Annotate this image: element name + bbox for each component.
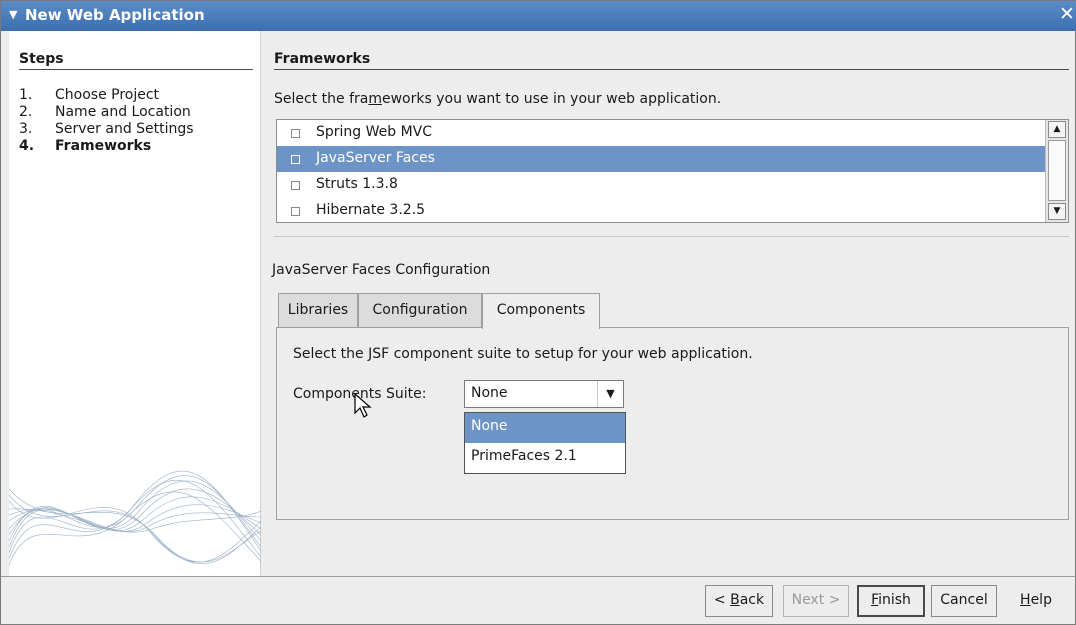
mouse-pointer-icon (354, 393, 372, 418)
tab-components[interactable]: Components (482, 293, 600, 329)
components-suite-select[interactable]: None ▼ (464, 380, 624, 408)
scroll-down-icon[interactable]: ▼ (1048, 203, 1066, 220)
step-label: Choose Project (55, 87, 160, 103)
framework-name: JavaServer Faces (316, 150, 435, 166)
back-label: < (713, 592, 731, 608)
help-label: elp (1030, 592, 1052, 608)
divider (274, 236, 1069, 237)
framework-checkbox[interactable] (291, 181, 300, 190)
back-label: ack (739, 592, 765, 608)
step-number: 3. (19, 121, 33, 137)
frameworks-list[interactable]: Spring Web MVC JavaServer Faces Struts 1… (276, 119, 1069, 223)
framework-checkbox[interactable] (291, 207, 300, 216)
step-number: 4. (19, 138, 35, 154)
frameworks-scrollbar[interactable]: ▲ ▼ (1045, 120, 1068, 222)
step-label: Server and Settings (55, 121, 194, 137)
framework-checkbox[interactable] (291, 155, 300, 164)
window-menu-icon[interactable]: ▼ (9, 8, 17, 21)
tab-configuration[interactable]: Configuration (358, 293, 482, 327)
help-button[interactable]: Help (1005, 585, 1067, 617)
section-heading: Frameworks (274, 51, 1069, 70)
frameworks-instruction: Select the frameworks you want to use in… (274, 91, 721, 107)
components-tab-panel: Select the JSF component suite to setup … (276, 327, 1069, 520)
footer-divider (1, 576, 1076, 577)
new-web-application-dialog: ▼ New Web Application ✕ Steps 1. Choose … (0, 0, 1076, 625)
instruction-text: Select the fra (274, 91, 369, 107)
config-title: JavaServer Faces Configuration (272, 262, 491, 278)
steps-heading: Steps (19, 51, 253, 70)
framework-name: Struts 1.3.8 (316, 176, 398, 192)
instruction-mnemonic: m (368, 91, 382, 107)
combo-value: None (471, 385, 508, 401)
scroll-up-icon[interactable]: ▲ (1048, 121, 1066, 138)
tab-libraries[interactable]: Libraries (278, 293, 358, 327)
finish-button[interactable]: Finish (857, 585, 925, 617)
step-number: 2. (19, 104, 33, 120)
cancel-button[interactable]: Cancel (931, 585, 997, 617)
framework-row-jsf[interactable]: JavaServer Faces (277, 146, 1045, 172)
scroll-thumb[interactable] (1048, 140, 1066, 201)
window-title: New Web Application (25, 6, 205, 24)
components-instruction: Select the JSF component suite to setup … (293, 346, 753, 362)
back-mnemonic: B (730, 592, 740, 608)
back-button[interactable]: < Back (705, 585, 773, 617)
steps-panel: Steps 1. Choose Project 2. Name and Loca… (9, 31, 261, 576)
step-label: Frameworks (55, 138, 152, 154)
framework-row-hibernate[interactable]: Hibernate 3.2.5 (277, 198, 1045, 222)
framework-row-spring[interactable]: Spring Web MVC (277, 120, 1045, 146)
help-mnemonic: H (1020, 592, 1031, 608)
titlebar: ▼ New Web Application ✕ (1, 1, 1076, 31)
dropdown-option-primefaces[interactable]: PrimeFaces 2.1 (465, 443, 625, 473)
next-button[interactable]: Next > (783, 585, 849, 617)
close-icon[interactable]: ✕ (1059, 3, 1075, 25)
content-panel: Frameworks Select the frameworks you wan… (261, 31, 1073, 576)
framework-name: Spring Web MVC (316, 124, 433, 140)
step-label: Name and Location (55, 104, 191, 120)
instruction-text: eworks you want to use in your web appli… (381, 91, 722, 107)
framework-name: Hibernate 3.2.5 (316, 202, 426, 218)
components-suite-dropdown: None PrimeFaces 2.1 (464, 412, 626, 474)
chevron-down-icon[interactable]: ▼ (597, 381, 623, 407)
framework-checkbox[interactable] (291, 129, 300, 138)
dropdown-option-none[interactable]: None (465, 413, 625, 443)
finish-label: inish (878, 592, 911, 608)
decorative-wave-image (9, 470, 261, 566)
step-number: 1. (19, 87, 33, 103)
framework-row-struts[interactable]: Struts 1.3.8 (277, 172, 1045, 198)
